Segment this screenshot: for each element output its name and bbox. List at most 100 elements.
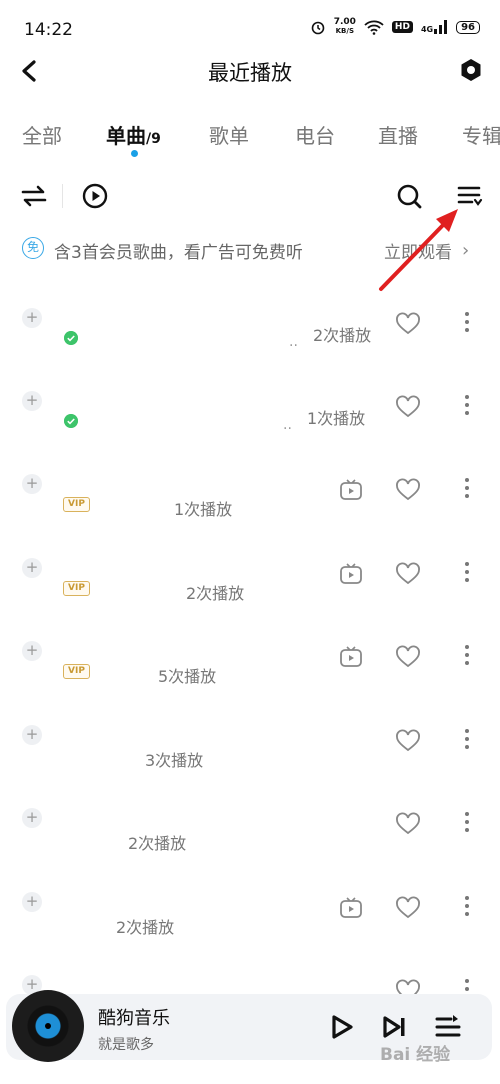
heart-icon[interactable] [395,312,421,336]
mv-icon[interactable] [339,645,363,669]
list-item[interactable]: + VIP 1次播放 [0,466,500,550]
add-icon[interactable]: + [22,892,42,912]
mv-icon[interactable] [339,562,363,586]
playlist-button[interactable] [434,1012,464,1042]
mv-icon[interactable] [339,478,363,502]
add-icon[interactable]: + [22,725,42,745]
play-circle-icon [82,183,108,209]
more-options-icon[interactable] [458,641,476,671]
ellipsis-text: .. [283,417,292,433]
search-icon [397,184,422,209]
alarm-icon [311,21,325,35]
list-item[interactable]: + 2次播放 [0,800,500,884]
header: 最近播放 [0,48,500,94]
signal-icon [434,20,448,34]
promo-text: 含3首会员歌曲，看广告可免费听 [54,243,303,263]
heart-icon[interactable] [395,896,421,920]
play-all-button[interactable] [81,182,109,210]
track-artist: 就是歌多 [98,1037,154,1053]
vip-badge: VIP [63,664,90,679]
wifi-icon [364,20,384,35]
status-bar: 14:22 7.00 KB/S HD 4G 96 [0,0,500,48]
play-button[interactable] [326,1012,356,1042]
play-count: 1次播放 [307,409,366,428]
toolbar-divider [62,184,63,208]
network-speed: 7.00 KB/S [333,17,356,36]
vip-badge: VIP [63,497,90,512]
heart-icon[interactable] [395,729,421,753]
list-toolbar [0,176,500,216]
play-count: 2次播放 [116,918,175,937]
tab-live[interactable]: 直播 [378,120,418,149]
page-title: 最近播放 [208,61,292,85]
heart-icon[interactable] [395,562,421,586]
play-count: 2次播放 [313,326,372,345]
playlist-icon [435,1015,461,1037]
manage-list-button[interactable] [456,182,484,210]
list-item[interactable]: + VIP 2次播放 [0,550,500,634]
add-icon[interactable]: + [22,558,42,578]
mv-icon[interactable] [339,896,363,920]
downloaded-check-icon [64,414,78,428]
skip-next-icon [383,1016,405,1038]
list-item[interactable]: + .. 2次播放 [0,300,500,384]
watermark: Bai 经验 [380,1045,451,1065]
play-count: 5次播放 [158,667,217,686]
status-time: 14:22 [24,20,73,40]
tab-songs-count: /9 [146,131,161,147]
hd-badge: HD [391,21,413,33]
signal-indicator: 4G [421,20,448,34]
heart-icon[interactable] [395,812,421,836]
search-button[interactable] [395,182,423,210]
play-mode-button[interactable] [20,182,48,210]
tab-songs[interactable]: 单曲/9 [106,120,161,149]
list-item[interactable]: + VIP 5次播放 [0,633,500,717]
downloaded-check-icon [64,331,78,345]
play-count: 2次播放 [186,584,245,603]
list-item[interactable]: + 2次播放 [0,884,500,968]
more-options-icon[interactable] [458,892,476,922]
tab-playlists[interactable]: 歌单 [209,120,249,149]
chevron-right-icon[interactable]: › [462,240,469,261]
track-title: 酷狗音乐 [98,1008,170,1029]
list-item[interactable]: + 3次播放 [0,717,500,801]
tab-radio[interactable]: 电台 [295,120,335,149]
more-options-icon[interactable] [458,391,476,421]
vip-promo-banner: 免 含3首会员歌曲，看广告可免费听 立即观看 › [0,234,500,266]
tab-albums[interactable]: 专辑 [462,120,500,149]
list-manage-icon [457,186,483,206]
tab-all[interactable]: 全部 [22,120,62,149]
more-options-icon[interactable] [458,808,476,838]
heart-icon[interactable] [395,478,421,502]
heart-icon[interactable] [395,395,421,419]
play-count: 2次播放 [128,834,187,853]
add-icon[interactable]: + [22,808,42,828]
active-tab-indicator [131,150,138,157]
album-disc-icon[interactable] [12,990,84,1062]
play-icon [332,1015,353,1039]
settings-icon [461,59,481,81]
heart-icon[interactable] [395,645,421,669]
more-options-icon[interactable] [458,308,476,338]
list-item[interactable]: + .. 1次播放 [0,383,500,467]
more-options-icon[interactable] [458,474,476,504]
more-options-icon[interactable] [458,725,476,755]
battery-indicator: 96 [456,20,480,34]
add-icon[interactable]: + [22,308,42,328]
add-icon[interactable]: + [22,474,42,494]
settings-button[interactable] [458,57,484,83]
next-button[interactable] [380,1012,410,1042]
add-icon[interactable]: + [22,641,42,661]
play-count: 1次播放 [174,500,233,519]
vip-badge: VIP [63,581,90,596]
play-count: 3次播放 [145,751,204,770]
status-icons: 7.00 KB/S HD 4G 96 [310,18,480,36]
watch-now-link[interactable]: 立即观看 [384,238,452,263]
tab-bar: 全部 单曲/9 歌单 电台 直播 专辑 [0,108,500,164]
shuffle-arrows-icon [21,185,47,207]
free-badge-icon: 免 [22,237,44,259]
more-options-icon[interactable] [458,558,476,588]
add-icon[interactable]: + [22,391,42,411]
mini-player[interactable]: 酷狗音乐 就是歌多 [0,990,500,1084]
ellipsis-text: .. [289,334,298,350]
